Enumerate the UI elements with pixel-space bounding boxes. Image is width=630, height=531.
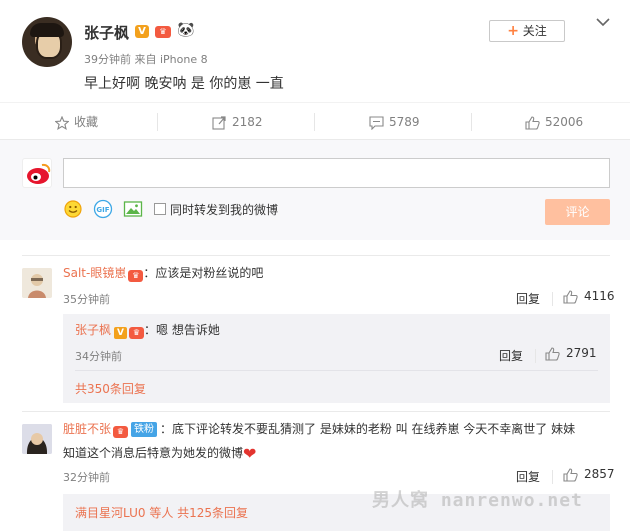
member-crown-icon: ♛ xyxy=(128,270,144,282)
comment-text-line: 知道这个消息后特意为她发的微博❤ xyxy=(63,443,256,464)
comment-like-count: 2857 xyxy=(584,467,615,481)
chevron-down-icon[interactable] xyxy=(596,17,610,27)
plus-icon: + xyxy=(507,23,519,39)
panda-icon: 🐼 xyxy=(177,22,195,38)
reply-like-count: 2791 xyxy=(566,346,597,360)
post-text: 早上好啊 晚安呐 是 你的崽 一直 xyxy=(84,76,284,92)
comment-time: 35分钟前 xyxy=(63,293,110,306)
comment-username[interactable]: 脏脏不张 xyxy=(63,422,111,436)
reply-preview-names: 满目星河LU0 等人 xyxy=(75,506,174,520)
reply-thread: 张子枫 V ♛ ：嗯 想告诉她 34分钟前 回复 2791 共350条回复 xyxy=(63,314,610,403)
comment-username[interactable]: Salt-眼镜崽 xyxy=(63,266,126,280)
verified-icon: V xyxy=(114,327,128,339)
author-name[interactable]: 张子枫 xyxy=(84,22,129,43)
reply-text-line: 张子枫 V ♛ ：嗯 想告诉她 xyxy=(75,320,220,340)
comment-text: ：底下评论转发不要乱猜测了 是妹妹的老粉 叫 在线养崽 今天不幸离世了 妹妹 xyxy=(160,422,576,436)
repost-button[interactable]: 2182 xyxy=(212,103,263,141)
reply-username[interactable]: 张子枫 xyxy=(75,323,111,337)
divider xyxy=(552,470,553,484)
commenter-avatar[interactable] xyxy=(22,268,52,298)
current-user-avatar[interactable] xyxy=(22,158,52,188)
favorite-label: 收藏 xyxy=(74,115,99,129)
commenter-avatar-image xyxy=(22,424,52,454)
follow-button[interactable]: + 关注 xyxy=(489,20,565,42)
comment-text: ：应该是对粉丝说的吧 xyxy=(143,266,264,280)
comment-like-button[interactable]: 4116 xyxy=(563,289,615,304)
post-action-bar: 收藏 2182 5789 52006 xyxy=(0,102,630,140)
divider xyxy=(314,113,315,131)
comment-count: 5789 xyxy=(389,115,420,129)
gif-icon[interactable]: GIF xyxy=(93,199,113,219)
star-icon xyxy=(54,115,70,130)
commenter-avatar[interactable] xyxy=(22,424,52,454)
member-crown-icon: ♛ xyxy=(129,327,145,339)
author-avatar[interactable] xyxy=(22,17,72,67)
post-meta: 39分钟前 来自 iPhone 8 xyxy=(84,53,208,66)
comment-composer: GIF 同时转发到我的微博 评论 xyxy=(0,140,630,240)
favorite-button[interactable]: 收藏 xyxy=(54,103,99,141)
divider xyxy=(535,349,536,363)
more-replies-link[interactable]: 满目星河LU0 等人 共125条回复 xyxy=(75,504,248,521)
comment-like-button[interactable]: 2857 xyxy=(563,467,615,482)
divider xyxy=(157,113,158,131)
commenter-avatar-image xyxy=(22,268,52,298)
submit-comment-button[interactable]: 评论 xyxy=(545,199,610,225)
post-header: 张子枫 V ♛ 🐼 39分钟前 来自 iPhone 8 早上好啊 晚安呐 是 你… xyxy=(0,0,630,102)
comment-time: 32分钟前 xyxy=(63,471,110,484)
reply-button[interactable]: 回复 xyxy=(499,347,523,364)
comment-icon xyxy=(369,115,384,130)
repost-count: 2182 xyxy=(232,115,263,129)
weibo-detail-card: 张子枫 V ♛ 🐼 39分钟前 来自 iPhone 8 早上好啊 晚安呐 是 你… xyxy=(0,0,630,531)
repost-icon xyxy=(212,115,226,130)
reply-button[interactable]: 回复 xyxy=(516,468,540,485)
verified-icon: V xyxy=(135,25,149,38)
weibo-logo-icon xyxy=(27,163,51,184)
emoji-icon[interactable] xyxy=(63,199,83,219)
more-replies-link[interactable]: 共350条回复 xyxy=(75,380,146,397)
comment-text-line: 脏脏不张 ♛ 铁粉 ：底下评论转发不要乱猜测了 是妹妹的老粉 叫 在线养崽 今天不幸离… xyxy=(63,419,610,439)
comment-item: 脏脏不张 ♛ 铁粉 ：底下评论转发不要乱猜测了 是妹妹的老粉 叫 在线养崽 今天不幸离… xyxy=(0,418,630,531)
watermark: 男人窝 nanrenwo.net xyxy=(372,490,583,511)
reply-time: 34分钟前 xyxy=(75,350,122,363)
reply-like-button[interactable]: 2791 xyxy=(545,346,597,361)
thumbs-up-icon xyxy=(563,289,578,304)
heart-icon: ❤ xyxy=(243,444,257,463)
like-count: 52006 xyxy=(545,115,584,129)
divider xyxy=(75,370,598,371)
thumbs-up-icon xyxy=(545,346,560,361)
reply-button[interactable]: 回复 xyxy=(516,290,540,307)
divider xyxy=(552,292,553,306)
comment-text-continued: 知道这个消息后特意为她发的微博 xyxy=(63,446,244,460)
image-icon[interactable] xyxy=(123,199,143,219)
like-button[interactable]: 52006 xyxy=(525,103,583,141)
repost-checkbox[interactable] xyxy=(154,203,166,215)
follow-label: 关注 xyxy=(522,24,547,38)
comment-item: Salt-眼镜崽 ♛ ：应该是对粉丝说的吧 35分钟前 回复 4116 张子枫 V ♛：… xyxy=(0,262,630,412)
comment-text-line: Salt-眼镜崽 ♛ ：应该是对粉丝说的吧 xyxy=(63,263,263,283)
svg-text:GIF: GIF xyxy=(96,206,109,214)
divider xyxy=(22,411,610,412)
member-crown-icon: ♛ xyxy=(155,26,171,38)
thumbs-up-icon xyxy=(563,467,578,482)
comment-button[interactable]: 5789 xyxy=(369,103,420,141)
reply-text: ：嗯 想告诉她 xyxy=(144,323,220,337)
comment-input[interactable] xyxy=(63,158,610,188)
member-crown-icon: ♛ xyxy=(113,426,129,438)
repost-option-label: 同时转发到我的微博 xyxy=(170,203,279,217)
comment-like-count: 4116 xyxy=(584,289,615,303)
divider xyxy=(471,113,472,131)
thumbs-up-icon xyxy=(525,115,540,130)
more-replies-count: 共125条回复 xyxy=(177,506,249,520)
fans-badge: 铁粉 xyxy=(131,422,158,437)
divider xyxy=(22,255,610,256)
